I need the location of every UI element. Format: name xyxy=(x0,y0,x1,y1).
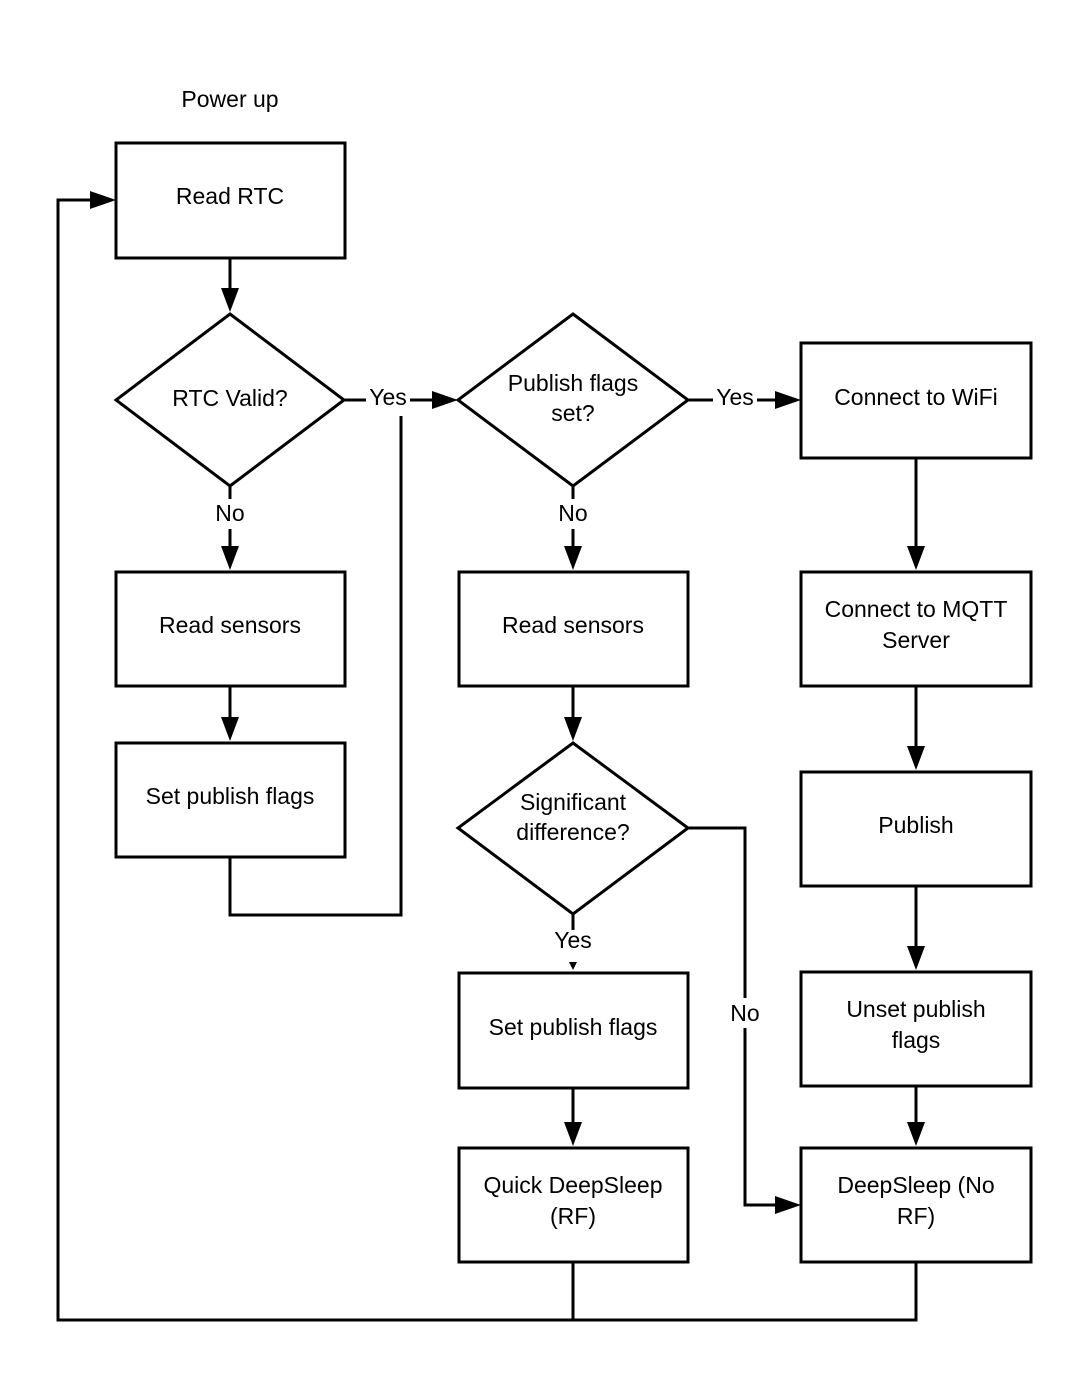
svg-text:Quick DeepSleep: Quick DeepSleep xyxy=(484,1172,663,1198)
arrowhead xyxy=(432,391,458,409)
arrowhead xyxy=(564,546,582,570)
svg-text:Set publish flags: Set publish flags xyxy=(146,783,315,809)
node-set-publish-flags-1: Set publish flags xyxy=(114,741,347,859)
svg-text:Server: Server xyxy=(882,627,950,653)
node-read-sensors-1: Read sensors xyxy=(114,570,347,688)
svg-text:DeepSleep (No: DeepSleep (No xyxy=(837,1172,994,1198)
node-connect-wifi: Connect to WiFi xyxy=(799,341,1033,460)
svg-text:Read sensors: Read sensors xyxy=(502,612,644,638)
arrowhead xyxy=(221,288,239,312)
svg-text:Significant: Significant xyxy=(520,789,627,815)
node-connect-mqtt: Connect to MQTT Server xyxy=(799,570,1033,688)
node-rtc-valid: RTC Valid? xyxy=(113,312,347,488)
node-read-sensors-2: Read sensors xyxy=(457,570,690,688)
node-unset-publish-flags: Unset publish flags xyxy=(799,970,1033,1088)
svg-text:flags: flags xyxy=(892,1027,941,1053)
power-up-label: Power up xyxy=(181,86,278,112)
edge-label-no: No xyxy=(558,500,587,526)
arrowhead xyxy=(775,391,801,409)
svg-text:RTC Valid?: RTC Valid? xyxy=(172,385,287,411)
svg-text:RF): RF) xyxy=(897,1203,935,1229)
svg-text:difference?: difference? xyxy=(516,819,629,845)
arrowhead xyxy=(907,1122,925,1146)
svg-text:Read RTC: Read RTC xyxy=(176,183,284,209)
arrowhead xyxy=(221,717,239,741)
node-publish-flags-set: Publish flags set? xyxy=(455,312,691,488)
node-set-publish-flags-2: Set publish flags xyxy=(457,971,690,1090)
node-deepsleep-no-rf: DeepSleep (No RF) xyxy=(799,1146,1033,1264)
flowchart-canvas: Power up Yes No Yes No Yes No Read RTC R… xyxy=(56,86,1033,1322)
node-publish: Publish xyxy=(799,770,1033,888)
svg-text:Set publish flags: Set publish flags xyxy=(489,1014,658,1040)
arrowhead xyxy=(775,1196,801,1214)
arrowhead xyxy=(564,1122,582,1146)
edge-label-yes: Yes xyxy=(369,384,407,410)
node-significant-difference: Significant difference? xyxy=(455,741,691,916)
edge-label-no: No xyxy=(730,1000,759,1026)
arrowhead xyxy=(569,962,577,970)
arrowhead xyxy=(90,191,116,209)
svg-text:Publish flags: Publish flags xyxy=(508,370,638,396)
svg-text:Unset publish: Unset publish xyxy=(846,996,985,1022)
arrowhead xyxy=(907,946,925,970)
arrowhead xyxy=(564,717,582,741)
svg-text:(RF): (RF) xyxy=(550,1203,596,1229)
arrowhead xyxy=(221,546,239,570)
svg-text:Connect to WiFi: Connect to WiFi xyxy=(834,384,998,410)
svg-text:Read sensors: Read sensors xyxy=(159,612,301,638)
node-read-rtc: Read RTC xyxy=(114,141,347,260)
edge-label-yes: Yes xyxy=(716,384,754,410)
svg-text:Connect to MQTT: Connect to MQTT xyxy=(825,596,1008,622)
edge-label-no: No xyxy=(215,500,244,526)
svg-text:set?: set? xyxy=(551,400,594,426)
arrowhead xyxy=(907,546,925,570)
svg-text:Publish: Publish xyxy=(878,812,953,838)
edge-label-yes: Yes xyxy=(554,927,592,953)
arrowhead xyxy=(907,746,925,770)
node-quick-deepsleep: Quick DeepSleep (RF) xyxy=(457,1146,690,1264)
